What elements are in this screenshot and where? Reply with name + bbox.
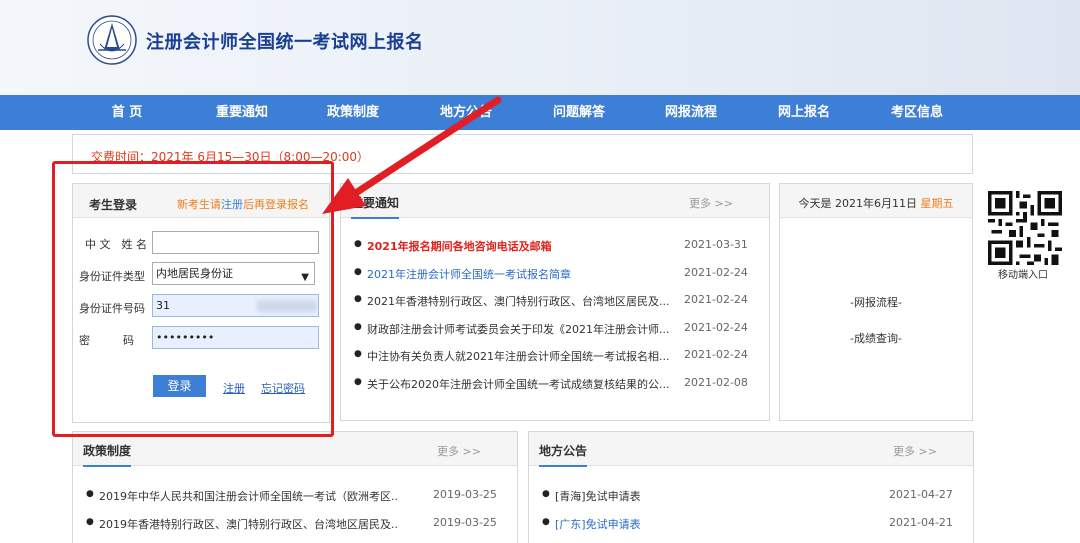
- list-item[interactable]: ● 2019年香港特别行政区、澳门特别行政区、台湾地区居民及... 2019-03-…: [73, 514, 517, 534]
- bullet-icon: ●: [354, 349, 362, 359]
- important-title: 重要通知: [351, 194, 400, 219]
- nav-registration-process[interactable]: 网报流程: [646, 95, 736, 130]
- list-item-text[interactable]: 中注协有关负责人就2021年注册会计师全国统一考试报名相...: [367, 348, 677, 364]
- policy-panel-header: 政策制度 更多 >>: [73, 432, 517, 467]
- local-panel-header: 地方公告 更多 >>: [529, 432, 973, 467]
- list-item-date: 2021-02-24: [684, 348, 748, 361]
- annotation-highlight-frame: [52, 161, 334, 437]
- list-item-text[interactable]: 2021年注册会计师全国统一考试报名简章: [367, 266, 677, 282]
- policy-title: 政策制度: [83, 442, 132, 467]
- important-more-link[interactable]: 更多 >>: [689, 195, 733, 211]
- registration-process-link[interactable]: -网报流程-: [780, 294, 972, 310]
- list-item[interactable]: ● 2019年中华人民共和国注册会计师全国统一考试（欧洲考区... 2019-03-…: [73, 486, 517, 506]
- nav-online-registration[interactable]: 网上报名: [759, 95, 849, 130]
- bullet-icon: ●: [542, 517, 550, 527]
- local-title: 地方公告: [539, 442, 588, 467]
- list-item[interactable]: ● 财政部注册会计师考试委员会关于印发《2021年注册会计师... 2021-02-…: [341, 319, 769, 339]
- nav-exam-area-info[interactable]: 考区信息: [872, 95, 962, 130]
- list-item-text[interactable]: 2021年报名期间各地咨询电话及邮箱: [367, 238, 677, 254]
- local-more-link[interactable]: 更多 >>: [893, 443, 937, 459]
- score-query-link[interactable]: -成绩查询-: [780, 330, 972, 346]
- list-item-date: 2021-02-08: [684, 376, 748, 389]
- important-notices-panel: 重要通知 更多 >> ● 2021年报名期间各地咨询电话及邮箱 2021-03-31…: [340, 183, 770, 421]
- date-panel-header: 今天是 2021年6月11日 星期五: [780, 184, 972, 218]
- bullet-icon: ●: [354, 267, 362, 277]
- today-date: 今天是 2021年6月11日 星期五: [780, 195, 972, 211]
- list-item-date: 2019-03-25: [433, 488, 497, 501]
- list-item-date: 2021-02-24: [684, 321, 748, 334]
- list-item-text[interactable]: 财政部注册会计师考试委员会关于印发《2021年注册会计师...: [367, 321, 677, 337]
- nav-faq[interactable]: 问题解答: [534, 95, 624, 130]
- list-item[interactable]: ● 2021年香港特别行政区、澳门特别行政区、台湾地区居民及... 2021-02-…: [341, 291, 769, 311]
- cicpa-logo-icon: [87, 15, 137, 65]
- list-item[interactable]: ● [广东]免试申请表 2021-04-21: [529, 514, 973, 534]
- bullet-icon: ●: [354, 377, 362, 387]
- main-nav: 首 页 重要通知 政策制度 地方公告 问题解答 网报流程 网上报名 考区信息: [0, 95, 1080, 130]
- bullet-icon: ●: [354, 322, 362, 332]
- list-item-date: 2021-02-24: [684, 293, 748, 306]
- bullet-icon: ●: [86, 489, 94, 499]
- list-item-text[interactable]: [青海]免试申请表: [555, 488, 855, 504]
- list-item-text[interactable]: 2021年香港特别行政区、澳门特别行政区、台湾地区居民及...: [367, 293, 677, 309]
- bullet-icon: ●: [86, 517, 94, 527]
- important-panel-header: 重要通知 更多 >>: [341, 184, 769, 219]
- list-item-date: 2019-03-25: [433, 516, 497, 529]
- policy-more-link[interactable]: 更多 >>: [437, 443, 481, 459]
- qr-code-icon[interactable]: [987, 191, 1063, 265]
- bullet-icon: ●: [354, 239, 362, 249]
- local-announcements-panel: 地方公告 更多 >> ● [青海]免试申请表 2021-04-27 ● [广东]免试申…: [528, 431, 974, 543]
- list-item-date: 2021-04-27: [889, 488, 953, 501]
- bullet-icon: ●: [542, 489, 550, 499]
- date-panel: 今天是 2021年6月11日 星期五 -网报流程- -成绩查询-: [779, 183, 973, 421]
- today-date-text: 今天是 2021年6月11日: [798, 197, 921, 210]
- nav-local-announcements[interactable]: 地方公告: [421, 95, 511, 130]
- today-weekday: 星期五: [920, 197, 954, 210]
- list-item-text[interactable]: 2019年中华人民共和国注册会计师全国统一考试（欧洲考区...: [99, 488, 399, 504]
- list-item-text[interactable]: 2019年香港特别行政区、澳门特别行政区、台湾地区居民及...: [99, 516, 399, 532]
- list-item[interactable]: ● 关于公布2020年注册会计师全国统一考试成绩复核结果的公... 2021-02-…: [341, 374, 769, 394]
- policy-panel: 政策制度 更多 >> ● 2019年中华人民共和国注册会计师全国统一考试（欧洲考区…: [72, 431, 518, 543]
- list-item-text[interactable]: 关于公布2020年注册会计师全国统一考试成绩复核结果的公...: [367, 376, 677, 392]
- nav-policy[interactable]: 政策制度: [308, 95, 398, 130]
- list-item[interactable]: ● 2021年注册会计师全国统一考试报名简章 2021-02-24: [341, 264, 769, 284]
- nav-home[interactable]: 首 页: [82, 95, 172, 130]
- list-item[interactable]: ● [青海]免试申请表 2021-04-27: [529, 486, 973, 506]
- list-item[interactable]: ● 2021年报名期间各地咨询电话及邮箱 2021-03-31: [341, 236, 769, 256]
- list-item-text[interactable]: [广东]免试申请表: [555, 516, 855, 532]
- site-header: 注册会计师全国统一考试网上报名: [0, 0, 1080, 95]
- mobile-entry-label: 移动端入口: [998, 270, 1048, 281]
- list-item-date: 2021-03-31: [684, 238, 748, 251]
- site-title: 注册会计师全国统一考试网上报名: [146, 32, 424, 53]
- list-item-date: 2021-02-24: [684, 266, 748, 279]
- list-item[interactable]: ● 中注协有关负责人就2021年注册会计师全国统一考试报名相... 2021-02-…: [341, 346, 769, 366]
- list-item-date: 2021-04-21: [889, 516, 953, 529]
- bullet-icon: ●: [354, 294, 362, 304]
- nav-important-notices[interactable]: 重要通知: [197, 95, 287, 130]
